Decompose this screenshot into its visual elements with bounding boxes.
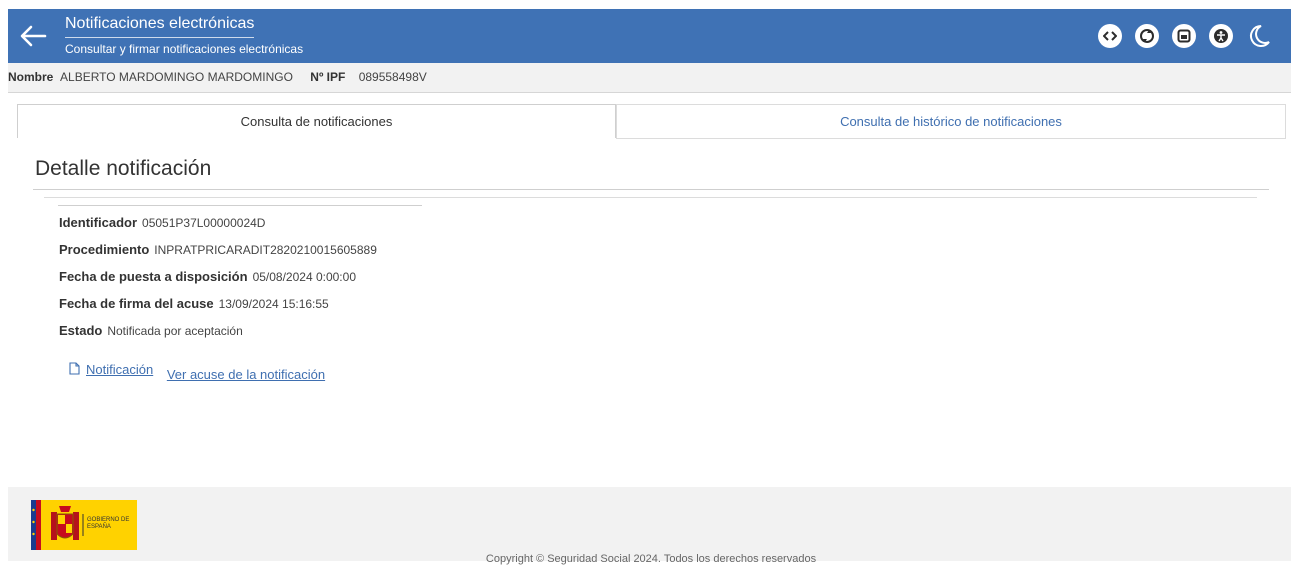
field-procedimiento: Procedimiento INPRATPRICARADIT28202100156… [59,242,377,269]
notification-details: Identificador 05051P37L00000024D Procedim… [59,215,377,350]
field-value: 05051P37L00000024D [142,216,266,230]
name-label: Nombre [8,70,54,84]
back-arrow-icon[interactable] [18,22,48,50]
divider [33,189,1269,190]
gobierno-espana-logo: GOBIERNO DE ESPAÑA [31,500,137,550]
calendar-icon[interactable] [1172,24,1196,48]
footer: GOBIERNO DE ESPAÑA Copyright © Seguridad… [8,487,1291,565]
name-value: ALBERTO MARDOMINGO MARDOMINGO [60,70,293,84]
ipf-label: Nº IPF [310,70,346,84]
app-header: Notificaciones electrónicas Consultar y … [8,9,1291,63]
field-label: Estado [59,323,103,338]
divider [44,197,1257,198]
field-fecha-puesta: Fecha de puesta a disposición 05/08/2024 … [59,269,377,296]
header-titles: Notificaciones electrónicas Consultar y … [65,14,303,57]
tab-consulta-historico[interactable]: Consulta de histórico de notificaciones [616,104,1286,139]
field-label: Fecha de puesta a disposición [59,269,248,284]
field-identificador: Identificador 05051P37L00000024D [59,215,377,242]
refresh-icon[interactable] [1135,24,1159,48]
section-title: Detalle notificación [35,157,212,180]
field-value: 13/09/2024 15:16:55 [218,297,329,311]
field-label: Procedimiento [59,242,150,257]
divider [58,205,422,206]
detail-links: Notificación Ver acuse de la notificació… [69,362,325,382]
field-value: Notificada por aceptación [107,324,243,338]
field-estado: Estado Notificada por aceptación [59,323,377,350]
field-fecha-firma: Fecha de firma del acuse 13/09/2024 15:16… [59,296,377,323]
header-actions [1098,23,1272,49]
ver-acuse-link[interactable]: Ver acuse de la notificación [167,367,325,382]
tab-bar: Consulta de notificaciones Consulta de h… [17,104,1286,139]
code-icon[interactable] [1098,24,1122,48]
moon-icon[interactable] [1246,23,1272,49]
field-value: INPRATPRICARADIT2820210015605889 [154,243,377,257]
field-label: Identificador [59,215,138,230]
ipf-value: 089558498V [358,70,427,84]
app-title: Notificaciones electrónicas [65,14,255,38]
field-value: 05/08/2024 0:00:00 [252,270,356,284]
field-label: Fecha de firma del acuse [59,296,214,311]
copyright-text: Copyright © Seguridad Social 2024. Todos… [485,553,817,565]
document-icon [69,362,80,375]
notification-link[interactable]: Notificación [86,362,153,377]
tab-consulta-notificaciones[interactable]: Consulta de notificaciones [17,104,616,138]
accessibility-icon[interactable] [1209,24,1233,48]
user-info-bar: Nombre ALBERTO MARDOMINGO MARDOMINGO Nº … [8,63,1291,93]
logo-text: GOBIERNO DE ESPAÑA [87,517,130,530]
app-subtitle: Consultar y firmar notificaciones electr… [65,42,304,56]
